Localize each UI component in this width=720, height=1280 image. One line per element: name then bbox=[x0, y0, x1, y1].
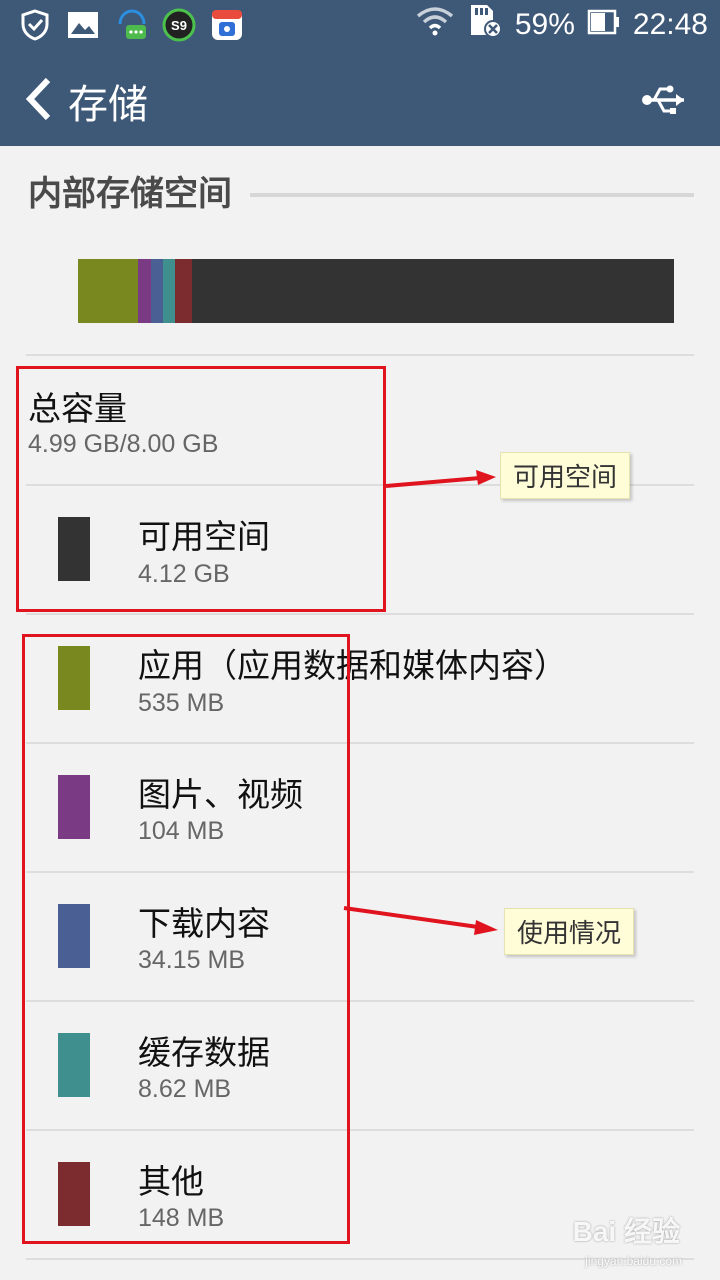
usage-bar-segment bbox=[174, 259, 192, 323]
shield-icon bbox=[18, 8, 52, 42]
sd-card-error-icon bbox=[467, 3, 503, 47]
divider bbox=[26, 354, 694, 356]
section-title: 内部存储空间 bbox=[28, 174, 232, 214]
section-divider bbox=[250, 193, 694, 197]
annotation-arrow bbox=[385, 470, 496, 488]
status-bar: S9 59% 22:48 bbox=[0, 0, 720, 50]
usage-bar-segment bbox=[78, 259, 139, 323]
battery-icon bbox=[587, 8, 621, 43]
usage-bar-segment bbox=[162, 259, 175, 323]
baidu-app-icon bbox=[210, 8, 244, 42]
usage-bar-segment bbox=[138, 259, 151, 323]
annotation-note-usage: 使用情况 bbox=[504, 908, 635, 955]
annotation-note-available: 可用空间 bbox=[500, 452, 631, 499]
wifi-icon bbox=[415, 6, 455, 44]
highlight-box-usage bbox=[22, 634, 350, 1244]
storage-usage-bar bbox=[78, 259, 674, 323]
battery-percent: 59% bbox=[514, 8, 575, 41]
usage-bar-segment bbox=[191, 259, 674, 323]
s9-badge-text: S9 bbox=[171, 18, 187, 33]
usage-bar-segment bbox=[150, 259, 163, 323]
back-arrow-icon[interactable] bbox=[22, 76, 56, 122]
usb-icon[interactable] bbox=[640, 80, 690, 120]
clock: 22:48 bbox=[632, 8, 708, 41]
chat-headset-icon bbox=[114, 8, 148, 42]
highlight-box-total bbox=[16, 366, 386, 612]
watermark-url: jingyan.baidu.com bbox=[585, 1254, 682, 1268]
page-title: 存储 bbox=[68, 82, 148, 128]
annotation-arrow bbox=[343, 906, 498, 935]
action-bar: 存储 bbox=[0, 50, 720, 146]
image-icon bbox=[66, 8, 100, 42]
watermark-logo: Bai 经验 bbox=[572, 1216, 680, 1247]
s9-app-icon: S9 bbox=[162, 8, 196, 42]
divider bbox=[26, 613, 694, 615]
